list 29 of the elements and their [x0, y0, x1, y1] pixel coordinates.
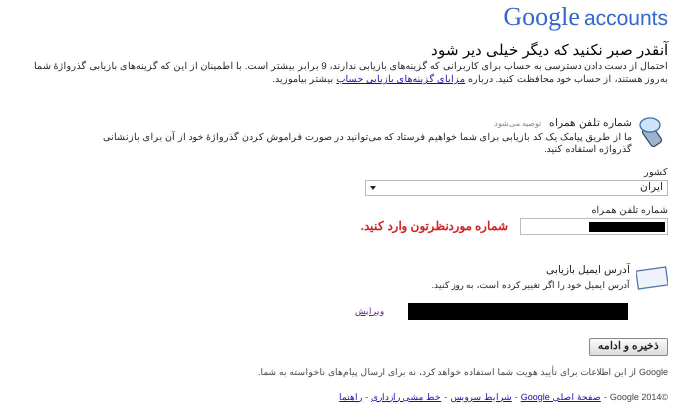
phone-number-label: شماره تلفن همراه [590, 204, 668, 218]
email-section-title: آدرس ایمیل بازیابی [545, 263, 630, 278]
separator-text: - [444, 390, 448, 404]
envelope-icon [636, 266, 668, 290]
footer-link[interactable]: خط مشی رازداری [371, 390, 442, 404]
footer-link[interactable]: صفحهٔ اصلی Google [520, 390, 601, 404]
save-button[interactable]: ذخیره و ادامه [589, 338, 668, 356]
separator-text: - [365, 390, 368, 404]
recommended-tag: توصیه می‌شود [494, 118, 542, 130]
country-label: کشور [642, 166, 668, 180]
recovery-benefits-link[interactable]: مزایای گزینه‌های بازیابی حساب [336, 74, 466, 85]
phone-number-field[interactable] [520, 218, 668, 236]
footer-link[interactable]: شرایط سرویس [450, 390, 512, 404]
separator-text: - [514, 390, 518, 404]
product-name: accounts [584, 8, 668, 29]
annotation-text: شماره موردنظرتون وارد کنید. [360, 218, 508, 236]
phone-description: ما از طریق پیامک یک کد بازیابی برای شما خواهیم فرستاد که می‌توانید در صورت فراموش کردن گذرواژهٔ خود از آن برای بازنشانی گذرواژه استفاده کنید. [102, 132, 632, 156]
google-logo: Google [503, 4, 580, 30]
email-description: آدرس ایمیل خود را اگر تغییر کرده است، به روز کنید. [431, 279, 630, 292]
separator-text: - [604, 390, 607, 404]
edit-link[interactable]: ویرایش [355, 304, 384, 318]
intro-text: احتمال از دست دادن دسترسی به حساب برای کاربرانی که گزینه‌های بازیابی ندارند، 9 برابر بیشتر است. با اطمینان از این که گزینه‌های بازیابی گذرواژهٔ شما بەروز هستند، از حساب خود محافظت کنید. درباره مزایای گزینه‌های بازیابی حساب بیشتر بیاموزید. [33, 60, 668, 86]
privacy-note: Google از این اطلاعات برای تأیید هویت شما استفاده خواهد کرد، نه برای ارسال پیام‌های ناخواسته به شما. [256, 366, 668, 379]
footer-link[interactable]: راهنما [339, 390, 362, 404]
copyright-text: ©Google 2014 [610, 390, 668, 404]
dropdown-caret-icon [370, 186, 376, 190]
page-heading: آنقدر صبر نکنید که دیگر خیلی دیر شود [430, 42, 668, 60]
country-select[interactable]: ایران [365, 180, 668, 196]
phone-section-title: شماره تلفن همراه [549, 116, 632, 131]
